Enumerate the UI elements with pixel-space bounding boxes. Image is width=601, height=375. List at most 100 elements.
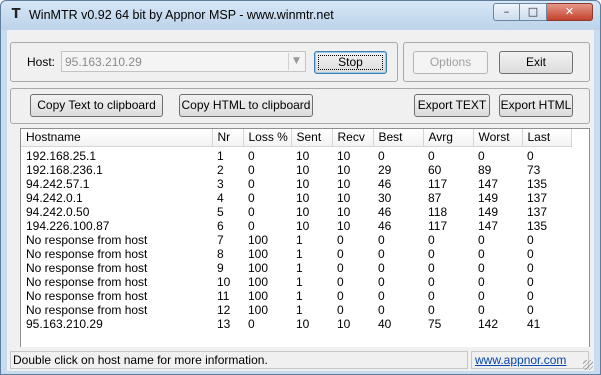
table-row[interactable]: No response from host 9 100 1 0 0 0 0 0	[21, 261, 571, 275]
table-row[interactable]: No response from host 8 100 1 0 0 0 0 0	[21, 247, 571, 261]
chevron-down-icon[interactable]: ▼	[288, 53, 304, 70]
table-cell: 12	[217, 302, 231, 317]
table-cell: 0	[527, 274, 534, 289]
status-bar: Double click on host name for more infor…	[7, 347, 594, 371]
table-cell: 41	[527, 316, 541, 331]
column-header-loss[interactable]: Loss %	[243, 129, 292, 147]
table-cell: 1	[296, 260, 303, 275]
table-cell: 1	[217, 148, 224, 163]
table-row[interactable]: No response from host 11 100 1 0 0 0 0 0	[21, 289, 571, 303]
minimize-icon: –	[503, 5, 510, 18]
table-cell: 142	[478, 316, 499, 331]
table-cell: 117	[428, 218, 448, 233]
table-cell: 89	[478, 162, 492, 177]
hostname-cell: No response from host	[26, 232, 148, 247]
hostname-cell: No response from host	[26, 274, 148, 289]
hostname-cell: 194.226.100.87	[26, 218, 110, 233]
table-cell: 87	[428, 190, 442, 205]
table-cell: 7	[217, 232, 224, 247]
hostname-cell: 94.242.0.50	[26, 204, 90, 219]
table-cell: 0	[527, 302, 534, 317]
table-row[interactable]: 94.242.57.1 3 0 10 10 46 117 147 135	[21, 177, 571, 191]
copy-html-button[interactable]: Copy HTML to clipboard	[179, 94, 313, 117]
stop-button[interactable]: Stop	[314, 51, 387, 74]
table-row[interactable]: 94.242.0.50 5 0 10 10 46 118 149 137	[21, 205, 571, 219]
export-text-button[interactable]: Export TEXT	[414, 94, 490, 117]
table-cell: 73	[527, 162, 541, 177]
table-cell: 0	[248, 148, 255, 163]
table-cell: 1	[296, 232, 303, 247]
table-cell: 100	[248, 232, 269, 247]
column-header-worst[interactable]: Worst	[473, 129, 523, 147]
host-combobox[interactable]: ▼	[61, 51, 306, 72]
table-cell: 0	[428, 246, 435, 261]
table-cell: 10	[296, 218, 310, 233]
table-cell: 10	[337, 204, 351, 219]
table-cell: 10	[337, 176, 351, 191]
host-label: Host:	[27, 55, 56, 69]
table-cell: 2	[217, 162, 224, 177]
table-cell: 46	[378, 204, 392, 219]
table-cell: 0	[248, 204, 255, 219]
table-cell: 147	[478, 218, 499, 233]
table-cell: 11	[217, 288, 230, 303]
table-cell: 135	[527, 218, 548, 233]
table-cell: 149	[478, 204, 499, 219]
hostname-cell: No response from host	[26, 302, 148, 317]
minimize-button[interactable]: –	[493, 3, 520, 21]
appnor-link[interactable]: www.appnor.com	[471, 351, 589, 369]
column-header-sent[interactable]: Sent	[291, 129, 333, 147]
table-cell: 0	[378, 232, 385, 247]
copy-text-button[interactable]: Copy Text to clipboard	[30, 94, 163, 117]
hostname-cell: 192.168.25.1	[26, 148, 97, 163]
host-input[interactable]	[65, 54, 287, 69]
table-cell: 0	[478, 232, 485, 247]
table-row[interactable]: No response from host 7 100 1 0 0 0 0 0	[21, 233, 571, 247]
column-header-hostname[interactable]: Hostname	[21, 129, 213, 147]
hostname-cell: No response from host	[26, 288, 148, 303]
maximize-button[interactable]: □	[520, 3, 547, 21]
hostname-cell: 192.168.236.1	[26, 162, 103, 177]
table-cell: 5	[217, 204, 224, 219]
results-list[interactable]: Hostname Nr Loss % Sent Recv Best Avrg W…	[20, 128, 590, 348]
table-row[interactable]: 194.226.100.87 6 0 10 10 46 117 147 135	[21, 219, 571, 233]
column-header-nr[interactable]: Nr	[212, 129, 244, 147]
table-row[interactable]: No response from host 12 100 1 0 0 0 0 0	[21, 303, 571, 317]
table-cell: 10	[296, 162, 310, 177]
table-cell: 0	[248, 218, 255, 233]
hostname-cell: 95.163.210.29	[26, 316, 103, 331]
table-row[interactable]: 94.242.0.1 4 0 10 10 30 87 149 137	[21, 191, 571, 205]
exit-button[interactable]: Exit	[499, 51, 573, 74]
column-header-avrg[interactable]: Avrg	[423, 129, 474, 147]
column-header-last[interactable]: Last	[522, 129, 572, 147]
window-title: WinMTR v0.92 64 bit by Appnor MSP - www.…	[29, 8, 334, 22]
table-cell: 10	[337, 316, 351, 331]
table-cell: 29	[378, 162, 392, 177]
resize-grip-icon[interactable]	[583, 360, 593, 370]
table-cell: 0	[378, 148, 385, 163]
focus-ring	[318, 55, 383, 70]
column-header-best[interactable]: Best	[373, 129, 424, 147]
table-cell: 10	[217, 274, 231, 289]
table-cell: 0	[337, 288, 344, 303]
table-cell: 46	[378, 176, 392, 191]
table-cell: 0	[378, 302, 385, 317]
close-button[interactable]: ✕	[547, 3, 593, 21]
table-cell: 10	[337, 190, 351, 205]
table-row[interactable]: 192.168.236.1 2 0 10 10 29 60 89 73	[21, 163, 571, 177]
table-cell: 0	[478, 148, 485, 163]
export-html-button[interactable]: Export HTML	[499, 94, 573, 117]
options-button[interactable]: Options	[413, 51, 488, 74]
table-cell: 10	[337, 162, 351, 177]
table-row[interactable]: 95.163.210.29 13 0 10 10 40 75 142 41	[21, 317, 571, 331]
column-header-recv[interactable]: Recv	[332, 129, 374, 147]
hostname-cell: No response from host	[26, 260, 148, 275]
title-bar[interactable]: T WinMTR v0.92 64 bit by Appnor MSP - ww…	[1, 1, 600, 30]
table-cell: 10	[337, 148, 351, 163]
table-cell: 0	[248, 162, 255, 177]
table-row[interactable]: No response from host 10 100 1 0 0 0 0 0	[21, 275, 571, 289]
options-button-label: Options	[429, 55, 472, 69]
table-row[interactable]: 192.168.25.1 1 0 10 10 0 0 0 0	[21, 146, 571, 163]
table-cell: 9	[217, 260, 224, 275]
table-cell: 0	[428, 274, 435, 289]
